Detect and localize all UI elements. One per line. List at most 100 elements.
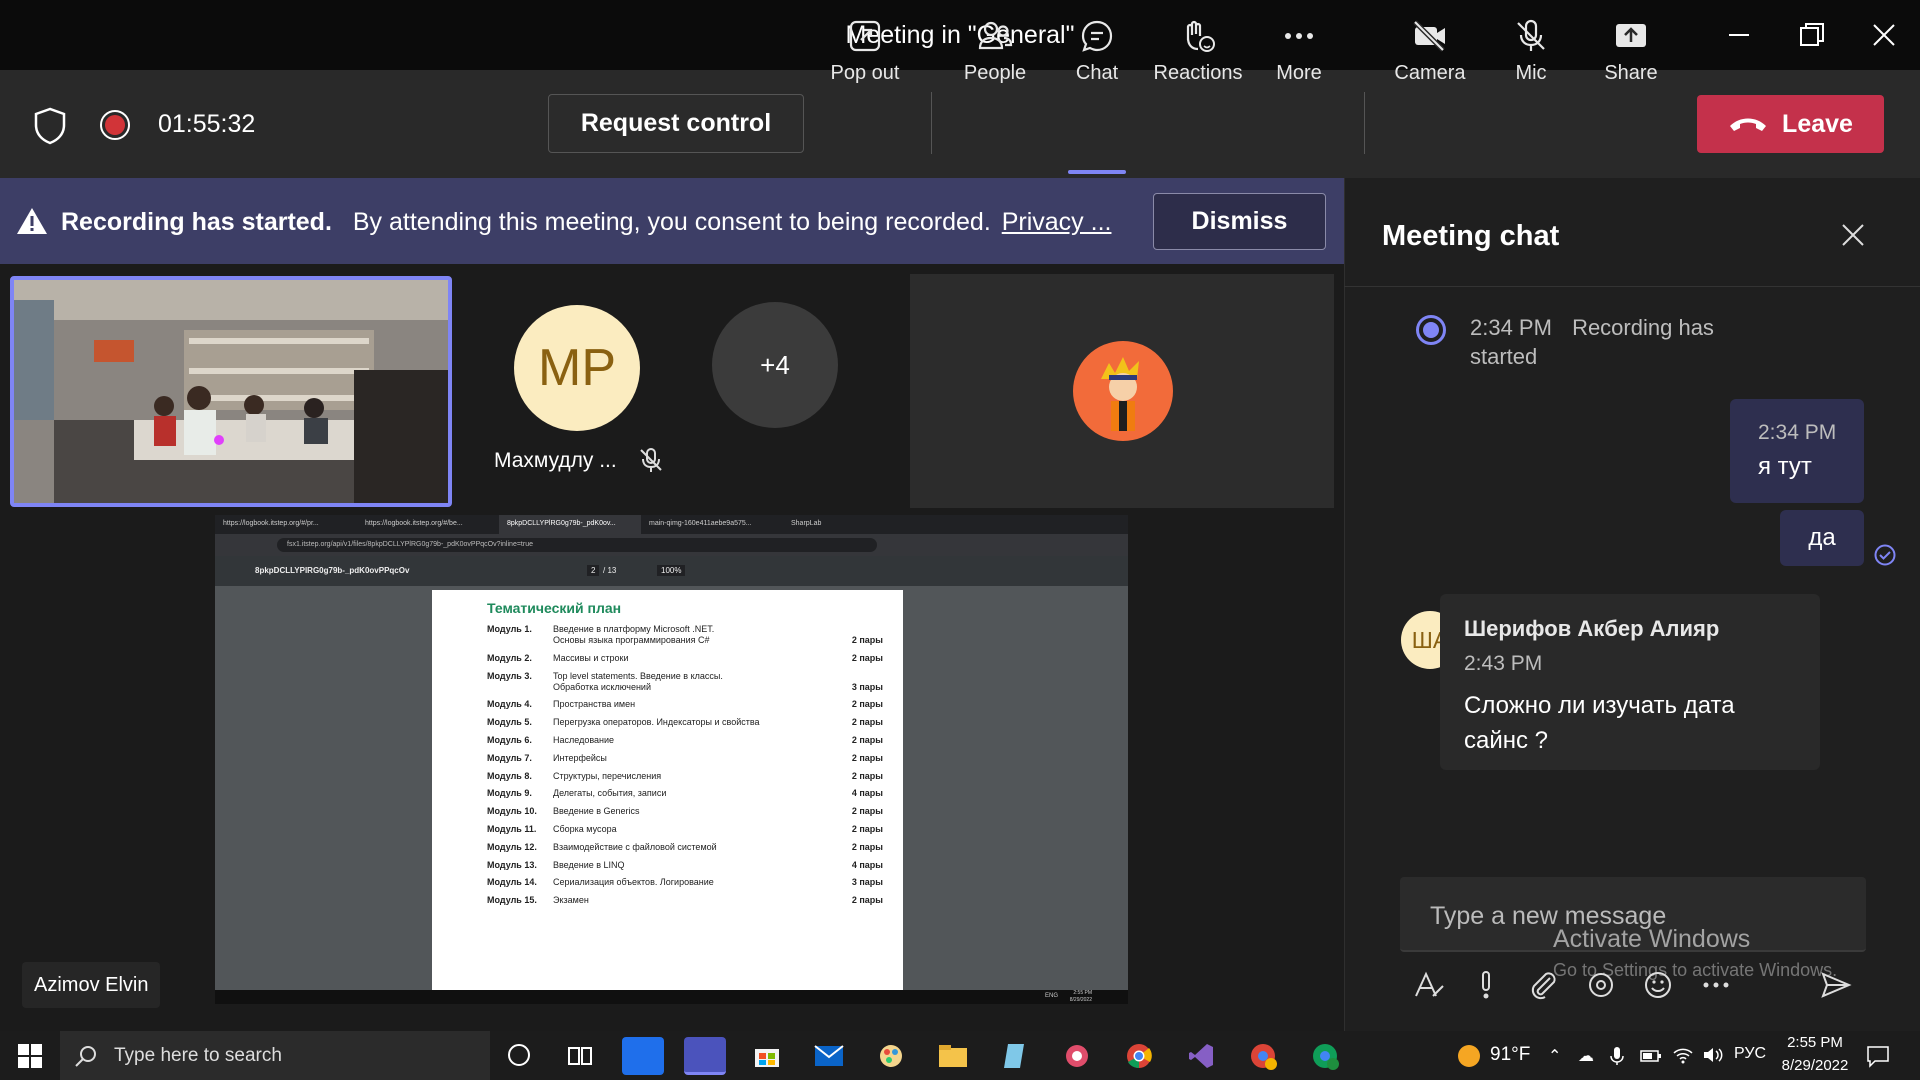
warning-icon	[16, 206, 48, 241]
module-hours: 2 пары	[851, 841, 883, 852]
notifications-icon[interactable]	[1866, 1044, 1890, 1073]
taskbar-search[interactable]: Type here to search	[60, 1031, 490, 1080]
module-row: Модуль 12. Взаимодействие с файловой сист…	[487, 842, 883, 853]
battery-icon[interactable]	[1640, 1048, 1662, 1069]
send-icon[interactable]	[1820, 970, 1852, 1005]
module-hours: 2 пары	[851, 717, 883, 728]
mail-icon[interactable]	[808, 1037, 850, 1075]
chrome-profile-icon[interactable]	[1304, 1037, 1346, 1075]
taskbar-time[interactable]: 2:55 PM	[1770, 1034, 1860, 1051]
camera-off-icon	[1413, 20, 1445, 52]
leave-button[interactable]: Leave	[1697, 95, 1884, 153]
browser-tab[interactable]: https://logbook.itstep.org/#/pr...	[215, 515, 357, 534]
pdf-page[interactable]: 2	[587, 565, 600, 576]
cortana-icon[interactable]	[508, 1044, 530, 1066]
volume-icon[interactable]	[1702, 1046, 1724, 1069]
maximize-button[interactable]	[1777, 0, 1847, 70]
module-number: Модуль 12.	[487, 841, 537, 852]
share-button[interactable]: Share	[1585, 18, 1677, 102]
browser-tab[interactable]: main-qimg-160e411aebe9a575...	[641, 515, 783, 534]
module-number: Модуль 14.	[487, 877, 537, 888]
close-chat-button[interactable]	[1840, 222, 1866, 253]
attach-icon[interactable]	[1528, 970, 1558, 1005]
avatar[interactable]: MP	[514, 305, 640, 431]
more-participants-button[interactable]: +4	[712, 302, 838, 428]
task-view-icon[interactable]	[568, 1045, 592, 1072]
paint-icon[interactable]	[870, 1037, 912, 1075]
more-button[interactable]: More	[1253, 18, 1345, 102]
more-icon	[1285, 33, 1313, 39]
notepad-icon[interactable]	[994, 1037, 1036, 1075]
module-row: Модуль 13. Введение в LINQ 4 пары	[487, 860, 883, 871]
module-title: Массивы и строки	[553, 652, 629, 663]
browser-tab[interactable]: SharpLab	[783, 515, 925, 534]
store-icon[interactable]	[746, 1037, 788, 1075]
important-icon[interactable]	[1476, 970, 1496, 1005]
module-hours: 2 пары	[851, 699, 883, 710]
chrome-profile-icon[interactable]	[1242, 1037, 1284, 1075]
module-number: Модуль 8.	[487, 770, 532, 781]
shield-icon[interactable]	[32, 106, 68, 151]
pop-out-icon	[849, 20, 881, 52]
visual-studio-icon[interactable]	[1180, 1037, 1222, 1075]
my-message-bubble[interactable]: да	[1780, 510, 1864, 566]
browser-tab-strip: https://logbook.itstep.org/#/pr... https…	[215, 515, 1128, 534]
input-language[interactable]: РУС	[1734, 1045, 1766, 1063]
module-title: Пространства имен	[553, 699, 636, 710]
wifi-icon[interactable]	[1672, 1046, 1694, 1069]
people-button[interactable]: People	[949, 18, 1041, 102]
module-hours: 3 пары	[851, 877, 883, 888]
snip-tool-icon[interactable]	[1056, 1037, 1098, 1075]
taskbar-date[interactable]: 8/29/2022	[1770, 1057, 1860, 1074]
more-options-icon[interactable]	[1701, 970, 1731, 1005]
privacy-link[interactable]: Privacy ...	[1002, 208, 1112, 236]
edge-icon[interactable]	[622, 1037, 664, 1075]
address-bar[interactable]: fsx1.itstep.org/api/v1/files/8pkpDCLLYPl…	[277, 538, 877, 552]
show-hidden-icons[interactable]: ⌃	[1548, 1046, 1561, 1066]
microphone-tray-icon[interactable]	[1610, 1046, 1624, 1071]
raise-hand-icon	[1186, 20, 1215, 52]
pdf-toolbar: 8pkpDCLLYPlRG0g79b-_pdK0ovPPqcOv 2 / 13 …	[215, 556, 1128, 586]
shared-screen[interactable]: https://logbook.itstep.org/#/pr... https…	[215, 515, 1128, 1004]
close-window-button[interactable]	[1849, 0, 1919, 70]
participant-video[interactable]	[10, 276, 452, 507]
mic-off-icon	[1517, 19, 1545, 51]
emoji-icon[interactable]	[1643, 970, 1673, 1005]
chrome-icon[interactable]	[1118, 1037, 1160, 1075]
browser-tab[interactable]: https://logbook.itstep.org/#/be...	[357, 515, 499, 534]
request-control-button[interactable]: Request control	[548, 94, 804, 153]
reactions-button[interactable]: Reactions	[1152, 18, 1244, 102]
module-title: Top level statements. Введение в классы.	[553, 670, 723, 681]
recording-event-icon	[1416, 315, 1446, 345]
camera-button[interactable]: Camera	[1384, 18, 1476, 102]
weather-icon[interactable]	[1458, 1045, 1480, 1067]
format-text-icon[interactable]	[1413, 970, 1445, 1005]
module-title: Экзамен	[553, 895, 589, 906]
reactions-label: Reactions	[1153, 62, 1243, 84]
pdf-zoom[interactable]: 100%	[657, 565, 686, 576]
module-hours: 2 пары	[851, 752, 883, 763]
module-title-line2: Основы языка программирования C#	[553, 635, 710, 645]
avatar	[1073, 341, 1173, 441]
minimize-button[interactable]	[1704, 0, 1774, 70]
loop-component-icon[interactable]	[1586, 970, 1616, 1005]
mic-button[interactable]: Mic	[1485, 18, 1577, 102]
pop-out-label: Pop out	[830, 62, 900, 84]
teams-icon[interactable]	[684, 1037, 726, 1075]
file-explorer-icon[interactable]	[932, 1037, 974, 1075]
system-message-time: 2:34 PM	[1470, 315, 1552, 340]
meeting-timer: 01:55:32	[158, 110, 256, 138]
participant-name: Махмудлу ...	[494, 449, 617, 472]
pop-out-button[interactable]: Pop out	[819, 18, 911, 102]
module-number: Модуль 3.	[487, 670, 532, 681]
dismiss-button[interactable]: Dismiss	[1153, 193, 1326, 250]
browser-tab[interactable]: 8pkpDCLLYPlRG0g79b-_pdK0ov...	[499, 515, 641, 534]
other-message-bubble[interactable]: Шерифов Акбер Алияр 2:43 PM Сложно ли из…	[1440, 594, 1820, 770]
my-message-bubble[interactable]: 2:34 PM я тут	[1730, 399, 1864, 503]
chat-icon	[1081, 20, 1113, 52]
banner-message: By attending this meeting, you consent t…	[352, 208, 991, 236]
windows-start-icon[interactable]	[18, 1044, 42, 1073]
weather-temperature[interactable]: 91°F	[1490, 1044, 1530, 1066]
chat-button[interactable]: Chat	[1051, 18, 1143, 102]
onedrive-icon[interactable]: ☁	[1578, 1046, 1594, 1066]
